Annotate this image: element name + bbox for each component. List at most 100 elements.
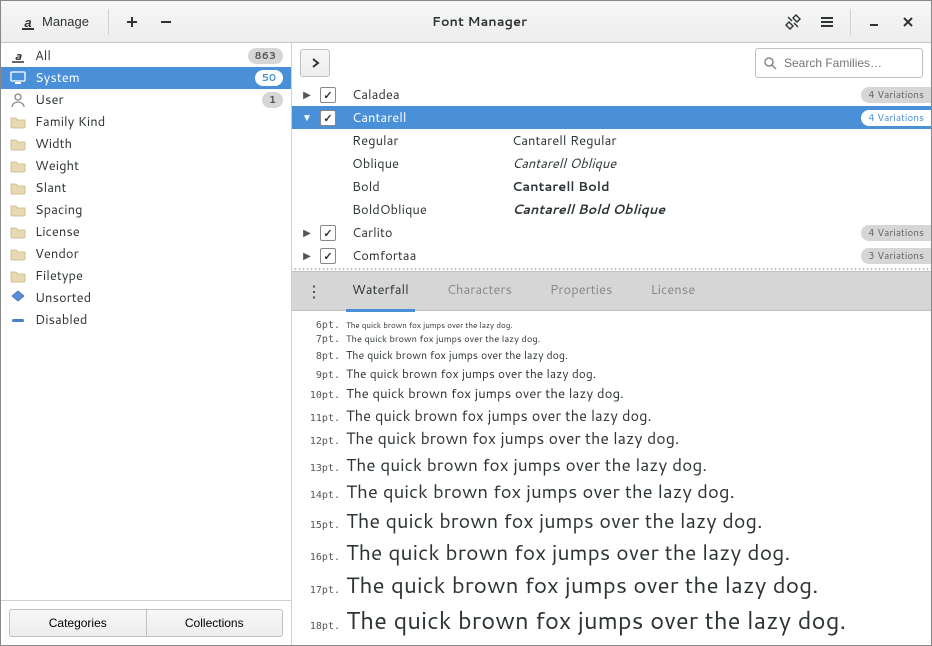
close-icon [901, 15, 915, 29]
font-name: Caladea [352, 86, 400, 104]
folder-icon [9, 267, 27, 285]
collections-tab-button[interactable]: Collections [146, 609, 284, 637]
sidebar-item-weight[interactable]: Weight [1, 155, 291, 177]
sidebar-item-count: 863 [248, 48, 283, 64]
chevron-right-icon[interactable]: ▶ [300, 249, 314, 263]
waterfall-row: 11pt. The quick brown fox jumps over the… [298, 405, 925, 426]
system-icon [9, 69, 27, 87]
waterfall-sample: The quick brown fox jumps over the lazy … [346, 569, 818, 601]
chevron-right-icon[interactable]: ▶ [300, 88, 314, 102]
content-area: ▶ Caladea 4 Variations▼ Cantarell 4 Vari… [292, 43, 931, 645]
sidebar-item-spacing[interactable]: Spacing [1, 199, 291, 221]
waterfall-sample: The quick brown fox jumps over the lazy … [346, 384, 624, 403]
font-row[interactable]: ▶ Comfortaa 3 Variations [292, 244, 931, 267]
font-style-row[interactable]: Bold Cantarell Bold [292, 175, 931, 198]
sidebar-item-label: Vendor [35, 245, 283, 263]
separator [850, 9, 851, 35]
tab-license[interactable]: License [644, 271, 701, 312]
chevron-down-icon[interactable]: ▼ [300, 111, 314, 125]
preview-menu-button[interactable]: ⋮ [300, 280, 328, 303]
sidebar-item-unsorted[interactable]: Unsorted [1, 287, 291, 309]
style-name: Regular [352, 132, 492, 150]
waterfall-sample: The quick brown fox jumps over the lazy … [346, 507, 763, 535]
waterfall-size-label: 6pt. [298, 320, 340, 331]
sidebar: a All 863 System 50 User 1 Family Kind W… [1, 43, 292, 645]
font-checkbox[interactable] [320, 87, 336, 103]
style-preview: Cantarell Regular [512, 132, 616, 150]
waterfall-size-label: 14pt. [298, 490, 340, 501]
search-input[interactable] [755, 48, 923, 78]
folder-icon [9, 113, 27, 131]
sidebar-item-width[interactable]: Width [1, 133, 291, 155]
tab-waterfall[interactable]: Waterfall [346, 271, 415, 312]
sidebar-item-disabled[interactable]: Disabled [1, 309, 291, 331]
remove-button[interactable] [151, 8, 181, 36]
sidebar-item-label: All [35, 47, 240, 65]
back-button[interactable] [300, 49, 330, 77]
variations-badge: 4 Variations [861, 110, 931, 126]
svg-text:a: a [24, 15, 31, 30]
waterfall-row: 17pt. The quick brown fox jumps over the… [298, 569, 925, 601]
font-checkbox[interactable] [320, 248, 336, 264]
tab-characters[interactable]: Characters [441, 271, 518, 312]
categories-tab-button[interactable]: Categories [9, 609, 146, 637]
minimize-button[interactable] [859, 8, 889, 36]
separator [108, 9, 109, 35]
sidebar-item-license[interactable]: License [1, 221, 291, 243]
sidebar-item-vendor[interactable]: Vendor [1, 243, 291, 265]
menu-button[interactable] [812, 8, 842, 36]
sidebar-item-label: License [35, 223, 283, 241]
font-style-row[interactable]: Oblique Cantarell Oblique [292, 152, 931, 175]
sidebar-item-all[interactable]: a All 863 [1, 45, 291, 67]
font-list: ▶ Caladea 4 Variations▼ Cantarell 4 Vari… [292, 83, 931, 267]
tab-properties[interactable]: Properties [544, 271, 619, 312]
sidebar-item-family-kind[interactable]: Family Kind [1, 111, 291, 133]
font-style-row[interactable]: Regular Cantarell Regular [292, 129, 931, 152]
sidebar-item-system[interactable]: System 50 [1, 67, 291, 89]
sidebar-item-label: System [35, 69, 247, 87]
add-button[interactable] [117, 8, 147, 36]
waterfall-size-label: 17pt. [298, 585, 340, 596]
tools-icon [785, 14, 801, 30]
manage-label: Manage [42, 14, 89, 29]
sidebar-item-label: Unsorted [35, 289, 283, 307]
font-row[interactable]: ▼ Cantarell 4 Variations [292, 106, 931, 129]
waterfall-row: 10pt. The quick brown fox jumps over the… [298, 384, 925, 403]
font-checkbox[interactable] [320, 110, 336, 126]
waterfall-sample: The quick brown fox jumps over the lazy … [346, 537, 790, 567]
sidebar-item-filetype[interactable]: Filetype [1, 265, 291, 287]
tools-button[interactable] [778, 8, 808, 36]
waterfall-sample: The quick brown fox jumps over the lazy … [346, 639, 874, 645]
font-name: Comfortaa [352, 247, 416, 265]
waterfall-sample: The quick brown fox jumps over the lazy … [346, 365, 596, 382]
waterfall-row: 7pt. The quick brown fox jumps over the … [298, 333, 925, 346]
waterfall-sample: The quick brown fox jumps over the lazy … [346, 333, 540, 346]
chevron-right-icon[interactable]: ▶ [300, 226, 314, 240]
waterfall-size-label: 12pt. [298, 436, 340, 447]
sidebar-item-count: 1 [262, 92, 283, 108]
variations-badge: 3 Variations [861, 248, 931, 264]
font-row[interactable]: ▶ Caladea 4 Variations [292, 83, 931, 106]
minimize-icon [867, 15, 881, 29]
font-row[interactable]: ▶ Carlito 4 Variations [292, 221, 931, 244]
dots-vertical-icon: ⋮ [306, 280, 322, 303]
style-name: BoldOblique [352, 201, 492, 219]
close-button[interactable] [893, 8, 923, 36]
manage-button[interactable]: a Manage [9, 8, 100, 36]
sidebar-item-label: Weight [35, 157, 283, 175]
waterfall-sample: The quick brown fox jumps over the lazy … [346, 405, 652, 426]
sidebar-item-label: Disabled [35, 311, 283, 329]
sidebar-item-slant[interactable]: Slant [1, 177, 291, 199]
waterfall-size-label: 9pt. [298, 370, 340, 381]
waterfall-row: 14pt. The quick brown fox jumps over the… [298, 479, 925, 505]
waterfall-size-label: 16pt. [298, 552, 340, 563]
font-checkbox[interactable] [320, 225, 336, 241]
waterfall-row: 19pt. The quick brown fox jumps over the… [298, 639, 925, 645]
sidebar-item-user[interactable]: User 1 [1, 89, 291, 111]
search-wrap [755, 48, 923, 78]
waterfall-sample: The quick brown fox jumps over the lazy … [346, 319, 513, 331]
variations-badge: 4 Variations [861, 87, 931, 103]
hamburger-icon [819, 14, 835, 30]
font-style-row[interactable]: BoldOblique Cantarell Bold Oblique [292, 198, 931, 221]
style-name: Oblique [352, 155, 492, 173]
